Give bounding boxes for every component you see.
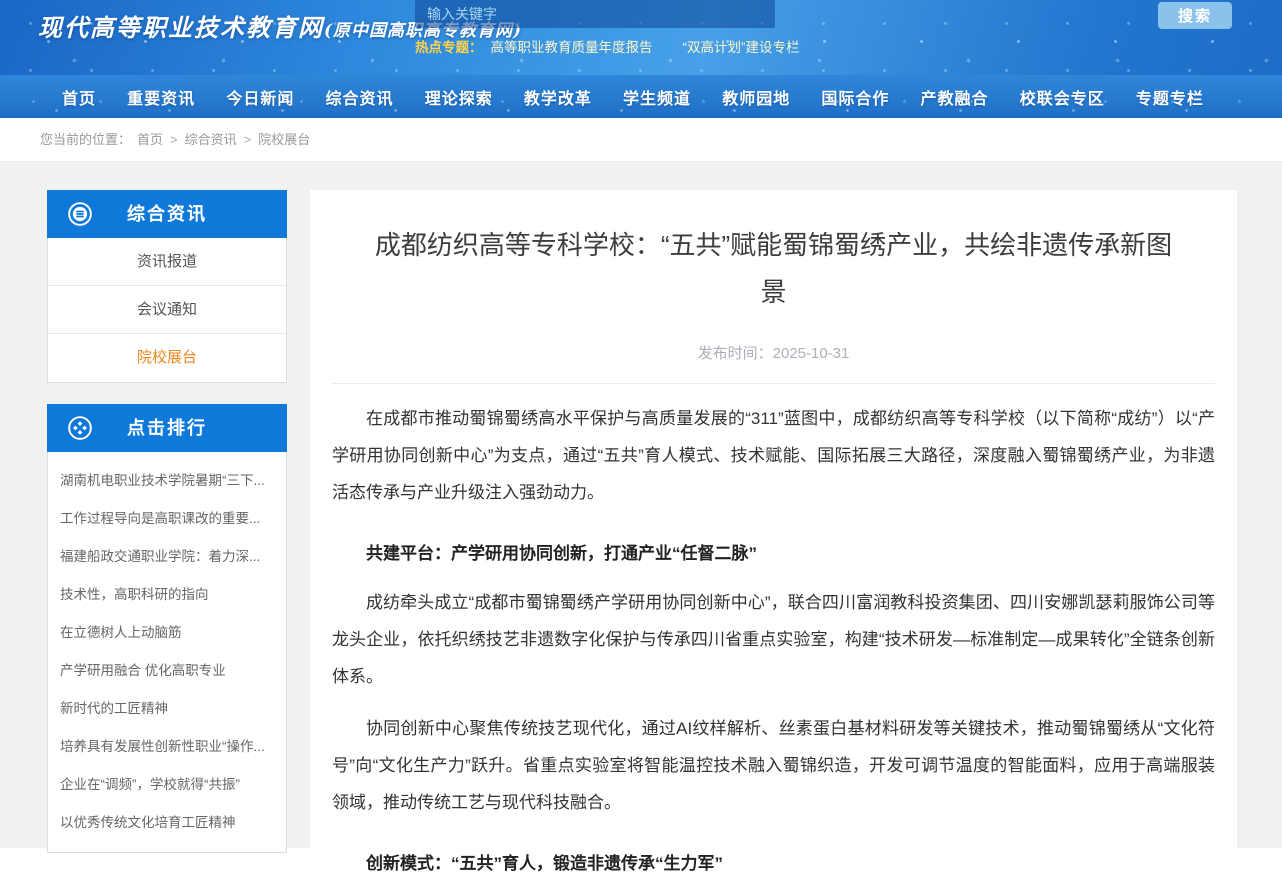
nav-item[interactable]: 教学改革 bbox=[524, 85, 592, 109]
site-header: 现代高等职业技术教育网(原中国高职高专教育网) 搜索 热点专题：高等职业教育质量… bbox=[0, 0, 1282, 75]
nav-item[interactable]: 首页 bbox=[62, 85, 96, 109]
breadcrumb-separator: > bbox=[244, 132, 252, 147]
sidebar-item[interactable]: 院校展台 bbox=[48, 334, 286, 382]
hot-topics-label: 热点专题： bbox=[415, 40, 483, 55]
sidebar-section-title: 点击排行 bbox=[127, 418, 207, 438]
breadcrumb-link[interactable]: 院校展台 bbox=[258, 132, 310, 147]
sidebar: 综合资讯 资讯报道会议通知院校展台 点击排行 湖南机电职业技术学院暑期“三下..… bbox=[47, 190, 287, 848]
publish-date-value: 2025-10-31 bbox=[773, 345, 850, 362]
nav-item[interactable]: 专题专栏 bbox=[1136, 85, 1204, 109]
breadcrumb-separator: > bbox=[170, 132, 178, 147]
article-card: 成都纺织高等专科学校：“五共”赋能蜀锦蜀绣产业，共绘非遗传承新图景 发布时间：2… bbox=[310, 190, 1237, 848]
breadcrumb: 您当前的位置： 首页 > 综合资讯 > 院校展台 bbox=[0, 118, 1282, 162]
nav-item[interactable]: 综合资讯 bbox=[326, 85, 394, 109]
breadcrumb-link[interactable]: 综合资讯 bbox=[185, 132, 237, 147]
sidebar-section-news: 综合资讯 资讯报道会议通知院校展台 bbox=[47, 190, 287, 383]
nav-item[interactable]: 理论探索 bbox=[425, 85, 493, 109]
nav-item[interactable]: 产教融合 bbox=[921, 85, 989, 109]
page: 现代高等职业技术教育网(原中国高职高专教育网) 搜索 热点专题：高等职业教育质量… bbox=[0, 0, 1282, 848]
rank-list-item[interactable]: 产学研用融合 优化高职专业 bbox=[60, 652, 280, 690]
nav-item[interactable]: 学生频道 bbox=[623, 85, 691, 109]
rank-list-item[interactable]: 湖南机电职业技术学院暑期“三下... bbox=[60, 462, 280, 500]
rank-list-item[interactable]: 培养具有发展性创新性职业“操作... bbox=[60, 728, 280, 766]
publish-date: 发布时间：2025-10-31 bbox=[332, 342, 1215, 363]
search-input[interactable] bbox=[415, 0, 775, 28]
rank-list-item[interactable]: 以优秀传统文化培育工匠精神 bbox=[60, 804, 280, 842]
breadcrumb-link[interactable]: 首页 bbox=[137, 132, 163, 147]
site-logo-text: 现代高等职业技术教育网 bbox=[38, 13, 324, 42]
rank-list-item[interactable]: 福建船政交通职业学院：着力深... bbox=[60, 538, 280, 576]
article-paragraph: 成纺牵头成立“成都市蜀锦蜀绣产学研用协同创新中心”，联合四川富润教科投资集团、四… bbox=[332, 584, 1215, 695]
article-paragraph: 共建平台：产学研用协同创新，打通产业“任督二脉” bbox=[332, 535, 1215, 572]
nav-item[interactable]: 教师园地 bbox=[722, 85, 790, 109]
sidebar-section-header: 点击排行 bbox=[47, 404, 287, 452]
sidebar-section-header: 综合资讯 bbox=[47, 190, 287, 238]
hot-topics-row: 热点专题： 高等职业教育质量年度报告 “双高计划”建设专栏 bbox=[415, 36, 800, 56]
article-paragraph: 在成都市推动蜀锦蜀绣高水平保护与高质量发展的“311”蓝图中，成都纺织高等专科学… bbox=[332, 400, 1215, 511]
sidebar-item[interactable]: 资讯报道 bbox=[48, 238, 286, 286]
breadcrumb-label: 您当前的位置： bbox=[40, 132, 131, 147]
hot-topic-links: 高等职业教育质量年度报告 “双高计划”建设专栏 bbox=[491, 36, 800, 56]
rank-list-item[interactable]: 在立德树人上动脑筋 bbox=[60, 614, 280, 652]
nav-item[interactable]: 国际合作 bbox=[821, 85, 889, 109]
rank-list-item[interactable]: 工作过程导向是高职课改的重要... bbox=[60, 500, 280, 538]
main-nav: 首页 重要资讯 今日新闻 综合资讯 理论探索 教学改革 学生频道 教师园地 国际合作 产教融合 校联… bbox=[0, 75, 1282, 118]
sidebar-section-title: 综合资讯 bbox=[127, 204, 207, 224]
hot-topic-link[interactable]: 高等职业教育质量年度报告 bbox=[491, 36, 653, 56]
nav-item[interactable]: 校联会专区 bbox=[1020, 85, 1105, 109]
nav-item[interactable]: 今日新闻 bbox=[226, 85, 294, 109]
hot-topic-link[interactable]: “双高计划”建设专栏 bbox=[683, 36, 800, 56]
list-circle-icon bbox=[67, 201, 93, 227]
search-area: 搜索 热点专题：高等职业教育质量年度报告“双高计划”建设专栏 bbox=[762, 0, 1232, 28]
rank-list-item[interactable]: 技术性，高职科研的指向 bbox=[60, 576, 280, 614]
rank-list-item[interactable]: 新时代的工匠精神 bbox=[60, 690, 280, 728]
compass-circle-icon bbox=[67, 415, 93, 441]
breadcrumb-links: 首页 > 综合资讯 > 院校展台 bbox=[137, 132, 310, 147]
sidebar-section-ranking: 点击排行 湖南机电职业技术学院暑期“三下...工作过程导向是高职课改的重要...… bbox=[47, 404, 287, 853]
publish-date-label: 发布时间： bbox=[698, 345, 773, 362]
article-body: 在成都市推动蜀锦蜀绣高水平保护与高质量发展的“311”蓝图中，成都纺织高等专科学… bbox=[332, 384, 1215, 874]
article-paragraph: 创新模式：“五共”育人，锻造非遗传承“生力军” bbox=[332, 845, 1215, 874]
sidebar-item[interactable]: 会议通知 bbox=[48, 286, 286, 334]
article-title: 成都纺织高等专科学校：“五共”赋能蜀锦蜀绣产业，共绘非遗传承新图景 bbox=[332, 222, 1215, 316]
search-button[interactable]: 搜索 bbox=[1158, 2, 1232, 29]
nav-item[interactable]: 重要资讯 bbox=[127, 85, 195, 109]
rank-list-item[interactable]: 企业在“调频”，学校就得“共振” bbox=[60, 766, 280, 804]
content-area: 综合资讯 资讯报道会议通知院校展台 点击排行 湖南机电职业技术学院暑期“三下..… bbox=[0, 162, 1282, 848]
article-paragraph: 协同创新中心聚焦传统技艺现代化，通过AI纹样解析、丝素蛋白基材料研发等关键技术，… bbox=[332, 710, 1215, 821]
